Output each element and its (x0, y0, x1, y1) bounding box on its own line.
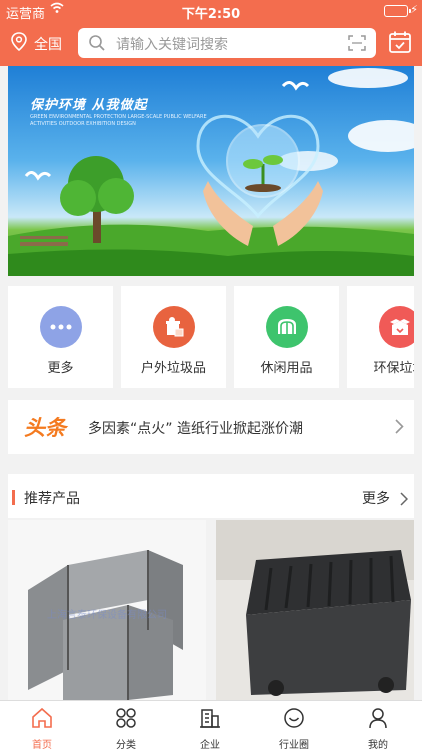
calendar-checkin-icon[interactable] (388, 30, 412, 58)
search-input[interactable]: 请输入关键词搜索 (116, 34, 228, 54)
eco-trash-icon (379, 306, 414, 348)
tab-home[interactable]: 首页 (0, 701, 84, 750)
scan-icon[interactable] (348, 35, 366, 55)
product-card[interactable]: 上海言泰环保设备有限公司 (8, 520, 206, 700)
tab-profile[interactable]: 我的 (336, 701, 420, 750)
tab-label: 首页 (32, 740, 52, 750)
product-watermark: 上海言泰环保设备有限公司 (47, 610, 167, 621)
headline-news[interactable]: 头条 多因素“点火” 造纸行业掀起涨价潮 (8, 400, 414, 454)
tab-label: 行业圈 (279, 740, 309, 750)
industry-circle-icon (283, 707, 305, 733)
more-icon (40, 306, 82, 348)
section-accent-bar (12, 490, 15, 505)
promo-banner[interactable]: 保护环境 从我做起 GREEN ENVIRONMENTAL PROTECTION… (8, 66, 414, 276)
banner-subtitle: GREEN ENVIRONMENTAL PROTECTION LARGE-SCA… (30, 114, 207, 127)
category-label: 户外垃圾品 (140, 361, 206, 376)
headline-text[interactable]: 多因素“点火” 造纸行业掀起涨价潮 (88, 418, 303, 438)
clock: 下午2:50 (181, 7, 241, 22)
product-card[interactable] (216, 520, 414, 700)
tab-label: 企业 (200, 740, 220, 750)
outdoor-trash-icon (153, 306, 195, 348)
category-eco-trash[interactable]: 环保垃圾 (347, 286, 414, 388)
chevron-right-icon[interactable] (400, 491, 409, 510)
category-row: 更多 户外垃圾品 休闲用品 环保垃圾 (8, 286, 414, 388)
tab-industry-circle[interactable]: 行业圈 (252, 701, 336, 750)
more-link[interactable]: 更多 (362, 488, 390, 508)
category-outdoor-trash[interactable]: 户外垃圾品 (121, 286, 226, 388)
tab-enterprise[interactable]: 企业 (168, 701, 252, 750)
bottom-tab-bar: 首页 分类 企业 行业圈 我的 (0, 700, 422, 750)
banner-title: 保护环境 从我做起 (30, 98, 148, 113)
charging-icon: ⚡ (410, 3, 418, 16)
leisure-icon (266, 306, 308, 348)
tab-label: 分类 (116, 740, 136, 750)
category-label: 更多 (47, 361, 74, 376)
product-image (216, 520, 414, 696)
recommended-header: 推荐产品 更多 (8, 474, 414, 518)
category-icon (115, 707, 137, 733)
tab-label: 我的 (368, 740, 388, 750)
category-more[interactable]: 更多 (8, 286, 113, 388)
profile-icon (367, 707, 389, 733)
enterprise-icon (199, 707, 221, 733)
status-bar: 运营商 下午2:50 ⚡ (0, 0, 422, 22)
section-title: 推荐产品 (24, 491, 80, 507)
location-pin-icon (10, 32, 34, 56)
chevron-right-icon[interactable] (395, 419, 404, 438)
top-header: 全国 请输入关键词搜索 (0, 22, 422, 66)
tab-category[interactable]: 分类 (84, 701, 168, 750)
location-selector[interactable]: 全国 (10, 32, 62, 56)
home-icon (31, 707, 53, 733)
battery-icon (384, 5, 411, 17)
category-label: 休闲用品 (260, 361, 313, 376)
location-label: 全国 (34, 37, 62, 53)
headline-tag: 头条 (24, 416, 66, 440)
search-bar[interactable]: 请输入关键词搜索 (78, 28, 376, 58)
search-icon (88, 34, 106, 56)
category-leisure[interactable]: 休闲用品 (234, 286, 339, 388)
category-label: 环保垃圾 (373, 361, 414, 376)
